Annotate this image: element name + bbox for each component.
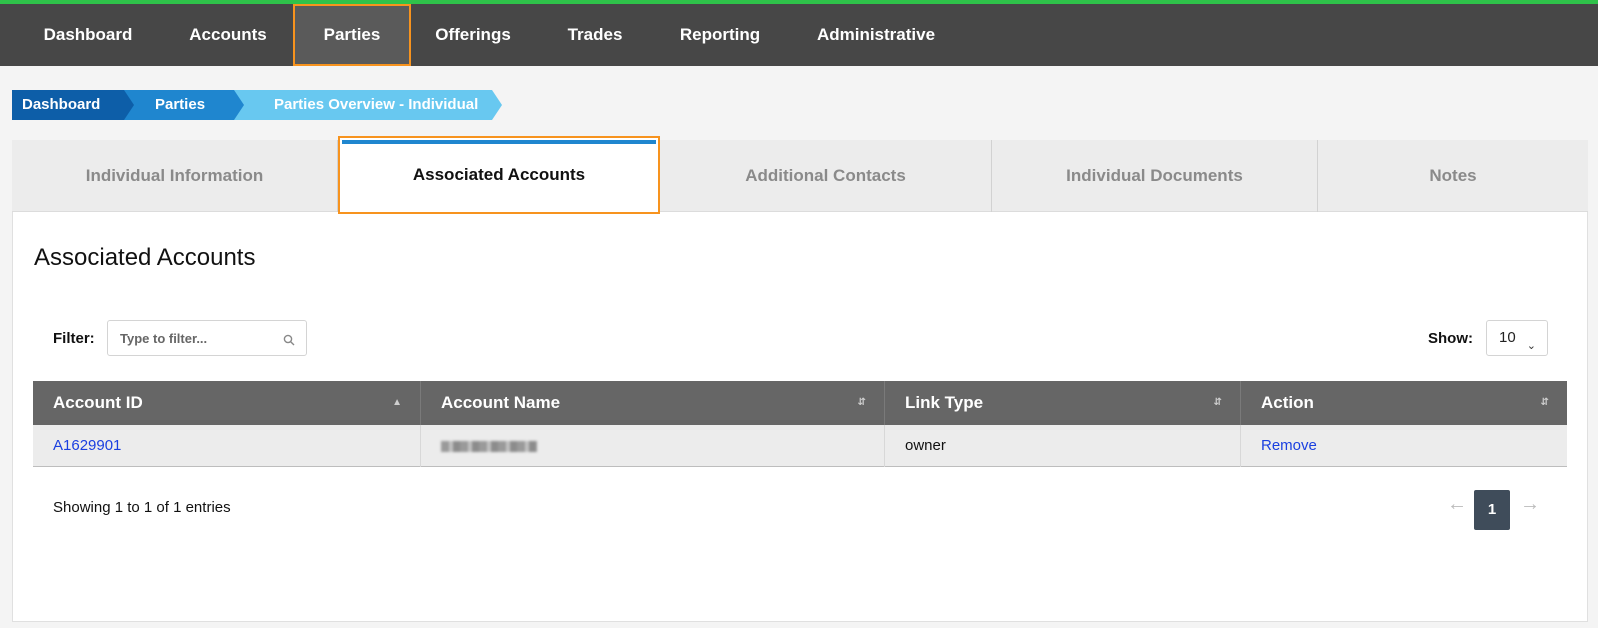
cell-link-type: owner xyxy=(885,425,1241,467)
nav-parties[interactable]: Parties xyxy=(293,4,411,66)
breadcrumb-parties[interactable]: Parties xyxy=(120,90,244,120)
entries-summary: Showing 1 to 1 of 1 entries xyxy=(53,499,231,516)
filter-label: Filter: xyxy=(53,330,95,347)
show-label: Show: xyxy=(1428,330,1473,347)
nav-reporting[interactable]: Reporting xyxy=(668,4,772,66)
table-header: Account ID ▲ Account Name ⇵ Link Type ⇵ … xyxy=(33,381,1567,425)
search-icon xyxy=(283,334,295,346)
top-nav: Dashboard Accounts Parties Offerings Tra… xyxy=(0,0,1598,66)
breadcrumb-parties-overview[interactable]: Parties Overview - Individual xyxy=(230,90,502,120)
filter-input[interactable] xyxy=(107,320,307,356)
nav-dashboard[interactable]: Dashboard xyxy=(28,4,148,66)
breadcrumb-label: Parties xyxy=(155,96,206,113)
column-header-account-id[interactable]: Account ID ▲ xyxy=(33,381,421,425)
column-header-link-type[interactable]: Link Type ⇵ xyxy=(885,381,1241,425)
chevron-down-icon: ⌄ xyxy=(1526,340,1536,352)
table-row: A1629901 owner Remove xyxy=(33,425,1567,467)
redacted-account-name xyxy=(441,441,537,452)
pagination-next-icon[interactable]: → xyxy=(1520,493,1540,516)
tab-individual-information[interactable]: Individual Information xyxy=(12,140,338,212)
sort-asc-icon: ▲ xyxy=(392,397,402,408)
column-header-label: Account Name xyxy=(441,393,561,412)
nav-administrative[interactable]: Administrative xyxy=(806,4,946,66)
nav-offerings[interactable]: Offerings xyxy=(422,4,524,66)
tab-additional-contacts[interactable]: Additional Contacts xyxy=(660,140,992,212)
page-size-select[interactable]: 10 ⌄ xyxy=(1486,320,1548,356)
breadcrumb-label: Dashboard xyxy=(22,96,101,113)
section-title: Associated Accounts xyxy=(34,244,256,271)
pagination-prev-icon[interactable]: ← xyxy=(1447,493,1467,516)
pagination-page-current[interactable]: 1 xyxy=(1474,490,1510,530)
cell-account-id: A1629901 xyxy=(33,425,421,467)
breadcrumb-label: Parties Overview - Individual xyxy=(274,96,479,113)
page-size-value: 10 xyxy=(1499,329,1516,346)
account-id-link[interactable]: A1629901 xyxy=(53,437,121,454)
tab-notes[interactable]: Notes xyxy=(1318,140,1588,212)
cell-action: Remove xyxy=(1241,425,1567,467)
nav-accounts[interactable]: Accounts xyxy=(172,4,284,66)
column-header-label: Link Type xyxy=(905,393,984,412)
breadcrumb-dashboard[interactable]: Dashboard xyxy=(12,90,134,120)
nav-trades[interactable]: Trades xyxy=(556,4,634,66)
column-header-label: Action xyxy=(1261,393,1314,412)
tab-bar: Individual Information Associated Accoun… xyxy=(12,136,1588,214)
column-header-action[interactable]: Action ⇵ xyxy=(1241,381,1567,425)
tab-associated-accounts[interactable]: Associated Accounts xyxy=(338,136,660,214)
remove-link[interactable]: Remove xyxy=(1261,437,1317,454)
sort-icon: ⇵ xyxy=(857,397,866,408)
tab-individual-documents[interactable]: Individual Documents xyxy=(992,140,1318,212)
column-header-account-name[interactable]: Account Name ⇵ xyxy=(421,381,885,425)
sort-icon: ⇵ xyxy=(1540,397,1549,408)
sort-icon: ⇵ xyxy=(1213,397,1222,408)
column-header-label: Account ID xyxy=(53,393,143,412)
cell-account-name xyxy=(421,425,885,467)
